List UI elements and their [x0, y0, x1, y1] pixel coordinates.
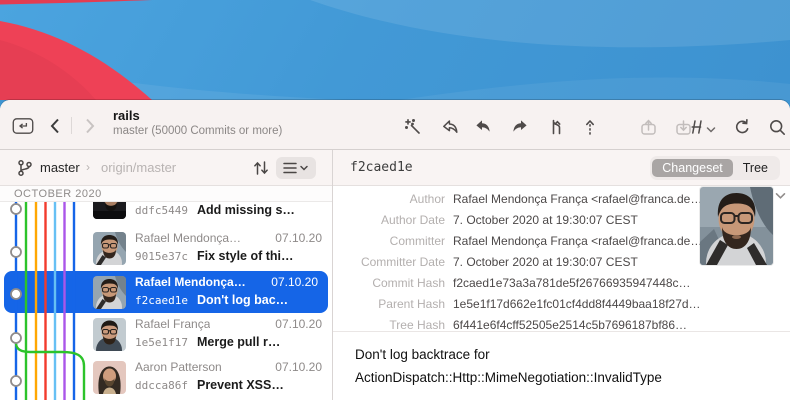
commit-message: Don't log backtrace for ActionDispatch::…	[355, 343, 662, 389]
compare-branches-icon[interactable]	[252, 159, 270, 177]
avatar	[93, 276, 126, 309]
merge-left-icon[interactable]	[473, 117, 493, 137]
collapse-chevron-icon[interactable]	[775, 192, 786, 200]
commit-date: 07.10.20	[275, 317, 322, 333]
tab-tree[interactable]: Tree	[733, 159, 778, 177]
chevron-down-icon[interactable]	[705, 120, 717, 140]
commit-row-selected[interactable]: Rafael Mendonça… 07.10.20 f2caed1e Don't…	[4, 271, 328, 313]
author-photo	[700, 187, 773, 265]
avatar	[93, 232, 126, 265]
changeset-tree-segmented-control: Changeset Tree	[650, 156, 780, 180]
field-label: Author Date	[333, 213, 445, 234]
main-area: master › origin/master	[0, 150, 790, 400]
window-toolbar: rails master (50000 Commits or more)	[0, 100, 790, 150]
field-value: 7. October 2020 at 19:30:07 CEST	[453, 213, 638, 234]
rebase-branch-icon[interactable]	[547, 117, 567, 137]
field-label: Tree Hash	[333, 318, 445, 339]
forward-button[interactable]	[79, 115, 101, 137]
commit-subject: Add missing s…	[197, 203, 295, 217]
commit-subject: Prevent XSS…	[197, 378, 284, 392]
merge-right-icon[interactable]	[509, 117, 529, 137]
git-branch-icon	[16, 159, 34, 177]
commit-subject: Merge pull r…	[197, 335, 280, 349]
commit-hash: ddfc5449	[135, 204, 188, 217]
chevron-right-icon: ›	[86, 160, 90, 174]
commit-date: 07.10.20	[275, 360, 322, 376]
branch-filter-icon[interactable]	[686, 117, 706, 137]
app-window: rails master (50000 Commits or more)	[0, 100, 790, 400]
commit-author: Rafael Mendonça…	[135, 231, 241, 247]
desktop-wallpaper	[0, 0, 790, 100]
field-label: Committer	[333, 234, 445, 255]
commit-hash: ddcca86f	[135, 379, 188, 392]
screen: rails master (50000 Commits or more)	[0, 0, 790, 400]
commit-row[interactable]: Rafael França 07.10.20 1e5e1f17 Merge pu…	[0, 313, 332, 356]
commit-hash: 9015e37c	[135, 250, 188, 263]
commit-detail-panel: f2caed1e Changeset Tree Author Rafael Me…	[333, 150, 790, 400]
commit-date: 07.10.20	[275, 231, 322, 247]
window-subtitle: master (50000 Commits or more)	[113, 124, 282, 138]
window-title: rails	[113, 108, 282, 124]
detail-divider	[333, 331, 790, 332]
field-value: 6f441e6f4cff52505e2514c5b7696187bf86…	[453, 318, 687, 339]
avatar	[93, 318, 126, 351]
back-button[interactable]	[44, 115, 66, 137]
push-dotted-icon[interactable]	[580, 117, 600, 137]
field-value: 1e5e1f17d662e1fc01cf4dd8f4449baa18f27d…	[453, 297, 701, 318]
commit-row[interactable]: Aaron Patterson 07.10.20 ddcca86f Preven…	[0, 356, 332, 399]
commit-subject: Fix style of thi…	[197, 249, 294, 263]
field-value: f2caed1e73a3a781de5f26766935947448c…	[453, 276, 691, 297]
tab-changeset[interactable]: Changeset	[652, 159, 732, 177]
upstream-branch[interactable]: origin/master	[101, 160, 176, 175]
field-label: Author	[333, 192, 445, 213]
commit-date: 07.10.20	[271, 275, 318, 291]
field-value: 7. October 2020 at 19:30:07 CEST	[453, 255, 638, 276]
field-value: Rafael Mendonça França <rafael@franca.de…	[453, 192, 702, 213]
view-options-button[interactable]	[276, 157, 316, 179]
branch-header: master › origin/master	[0, 150, 332, 186]
repository-icon[interactable]	[12, 115, 34, 137]
magic-wand-icon[interactable]	[403, 117, 423, 137]
avatar	[93, 361, 126, 394]
commit-list-panel: master › origin/master	[0, 150, 332, 400]
commit-row[interactable]: Rafael Mendonça… 07.10.20 9015e37c Fix s…	[0, 227, 332, 270]
field-value: Rafael Mendonça França <rafael@franca.de…	[453, 234, 702, 255]
commit-hash: 1e5e1f17	[135, 336, 188, 349]
commit-author: Rafael França	[135, 317, 210, 333]
field-label: Commit Hash	[333, 276, 445, 297]
commit-author: Rafael Mendonça…	[135, 275, 246, 291]
commit-short-hash: f2caed1e	[350, 160, 413, 175]
commit-hash: f2caed1e	[135, 294, 188, 307]
commit-author: Aaron Patterson	[135, 360, 222, 376]
stash-save-icon[interactable]	[638, 117, 658, 137]
field-label: Committer Date	[333, 255, 445, 276]
commit-subject: Don't log bac…	[197, 293, 288, 307]
current-branch[interactable]: master	[40, 160, 80, 175]
detail-header: f2caed1e Changeset Tree	[333, 150, 790, 186]
search-icon[interactable]	[767, 117, 787, 137]
field-label: Parent Hash	[333, 297, 445, 318]
nav-separator	[71, 117, 72, 134]
refresh-icon[interactable]	[732, 117, 752, 137]
month-section-header: OCTOBER 2020	[0, 186, 332, 202]
undo-arrow-icon[interactable]	[440, 117, 460, 137]
